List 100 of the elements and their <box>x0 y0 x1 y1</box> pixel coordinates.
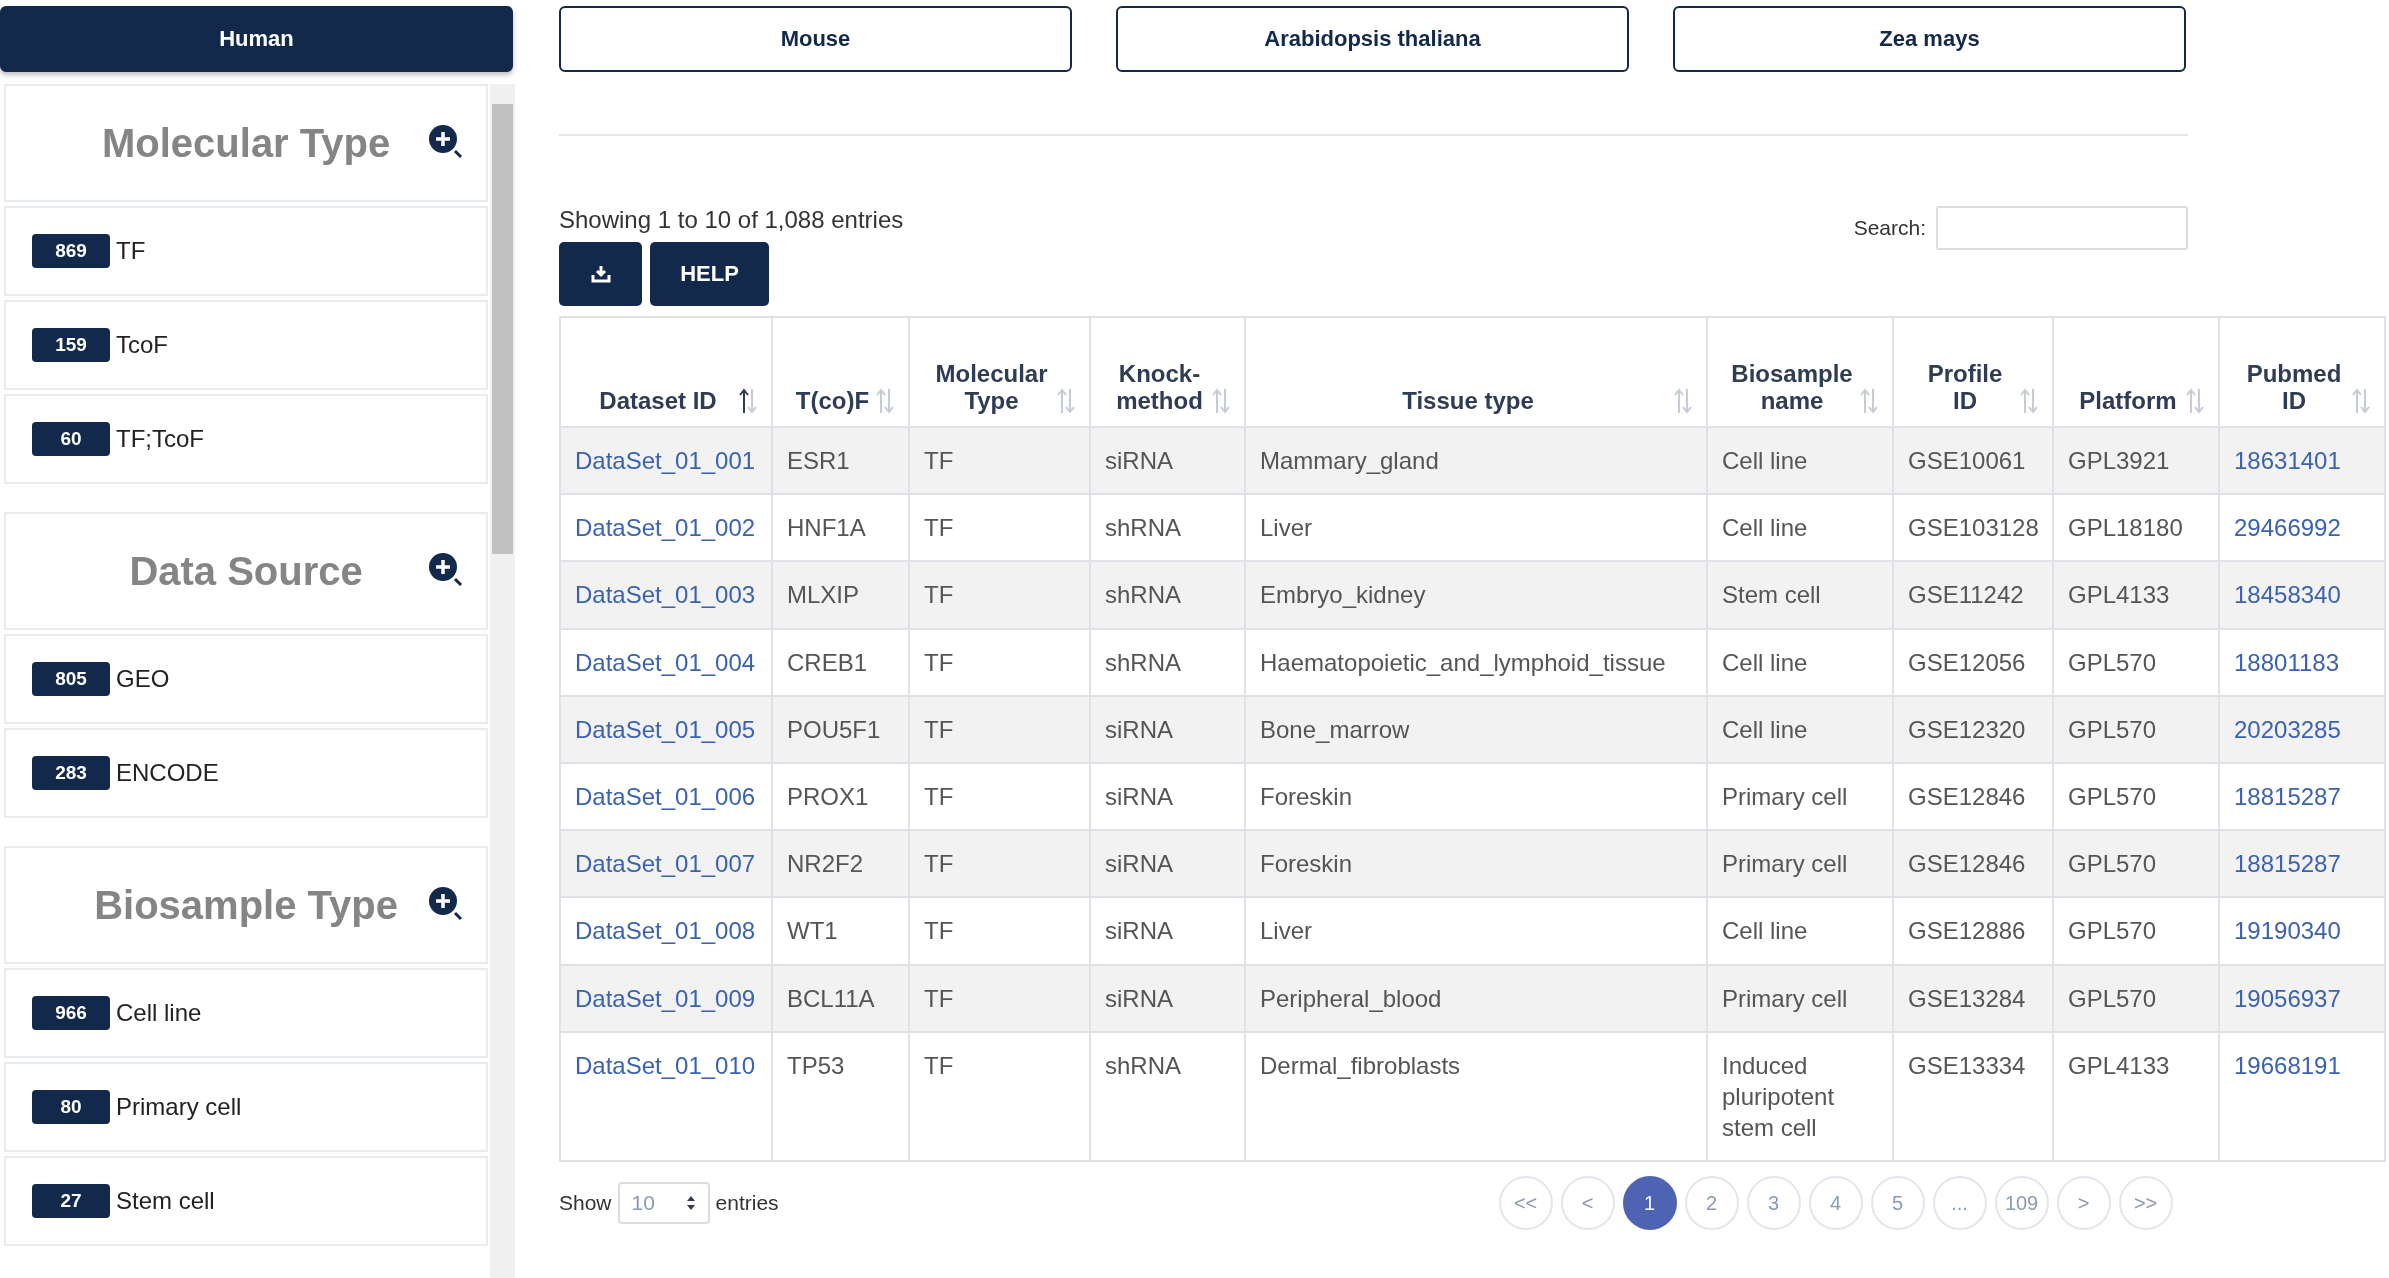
count-badge: 60 <box>32 422 110 456</box>
filter-label: Primary cell <box>116 1093 242 1121</box>
count-badge: 869 <box>32 234 110 268</box>
table-cell: GSE12320 <box>1893 695 2053 763</box>
zoom-in-icon[interactable] <box>428 552 465 588</box>
sort-icon[interactable] <box>739 388 757 414</box>
table-cell: siRNA <box>1090 427 1245 495</box>
table-cell: ESR1 <box>772 427 909 495</box>
table-cell: Peripheral_blood <box>1245 964 1707 1032</box>
table-cell: TF <box>909 897 1090 965</box>
table-cell: CREB1 <box>772 628 909 696</box>
table-cell: BCL11A <box>772 964 909 1032</box>
table-cell: Haematopoietic_and_lymphoid_tissue <box>1245 628 1707 696</box>
table-cell: TF <box>909 695 1090 763</box>
table-cell: GSE12886 <box>1893 897 2053 965</box>
filter-label: TF <box>116 237 146 265</box>
column-header[interactable]: Tissue type <box>1245 317 1707 427</box>
table-link[interactable]: DataSet_01_003 <box>575 581 756 609</box>
scrollbar-thumb[interactable] <box>492 104 513 554</box>
table-link[interactable]: DataSet_01_002 <box>575 514 756 542</box>
filter-label: GEO <box>116 665 170 693</box>
table-cell: Induced pluripotent stem cell <box>1707 1031 1893 1162</box>
table-cell: Dermal_fibroblasts <box>1245 1031 1707 1162</box>
table-link[interactable]: DataSet_01_007 <box>575 850 756 878</box>
count-badge: 27 <box>32 1184 110 1218</box>
table-cell: TF <box>909 561 1090 629</box>
filter-item[interactable]: 805 GEO <box>4 634 489 724</box>
page-button[interactable]: 1 <box>1622 1176 1677 1231</box>
species-tab[interactable]: Zea mays <box>1673 6 2186 72</box>
table-cell: shRNA <box>1090 628 1245 696</box>
table-link[interactable]: DataSet_01_008 <box>575 917 756 945</box>
table-cell: GPL4133 <box>2053 1031 2219 1162</box>
table-link[interactable]: 18458340 <box>2234 581 2341 609</box>
filter-item[interactable]: 80 Primary cell <box>4 1062 489 1152</box>
table-cell: siRNA <box>1090 897 1245 965</box>
table-cell: Foreskin <box>1245 830 1707 898</box>
table-link[interactable]: DataSet_01_001 <box>575 447 756 474</box>
table-cell: siRNA <box>1090 830 1245 898</box>
species-tab[interactable]: Human <box>0 6 513 72</box>
download-icon <box>590 265 611 283</box>
table-cell: Cell line <box>1707 628 1893 696</box>
scrollbar[interactable] <box>490 84 515 1278</box>
help-button[interactable]: HELP <box>650 242 769 306</box>
table-link[interactable]: 19668191 <box>2234 1051 2341 1079</box>
column-header[interactable]: Dataset ID <box>560 317 772 427</box>
download-button[interactable] <box>559 242 642 306</box>
table-link[interactable]: DataSet_01_004 <box>575 648 756 676</box>
count-badge: 805 <box>32 662 110 696</box>
table-cell: GPL570 <box>2053 628 2219 696</box>
table-cell: Mammary_gland <box>1245 427 1707 495</box>
filter-label: TF;TcoF <box>116 425 204 453</box>
table-link[interactable]: 19056937 <box>2234 984 2341 1012</box>
table-link[interactable]: 18631401 <box>2234 447 2341 474</box>
table-link[interactable]: 29466992 <box>2234 514 2341 542</box>
table-link[interactable]: DataSet_01_010 <box>575 1051 756 1079</box>
table-cell: siRNA <box>1090 964 1245 1032</box>
search-label: Search: <box>1853 216 1926 240</box>
species-tab[interactable]: Arabidopsis thaliana <box>1116 6 1629 72</box>
table-cell: GSE13284 <box>1893 964 2053 1032</box>
table-cell: GPL570 <box>2053 897 2219 965</box>
table-link[interactable]: 18801183 <box>2234 648 2339 676</box>
table-link[interactable]: DataSet_01_006 <box>575 782 756 810</box>
filter-label: TcoF <box>116 331 168 359</box>
table-cell: shRNA <box>1090 561 1245 629</box>
table-cell: TP53 <box>772 1031 909 1162</box>
table-link[interactable]: 18815287 <box>2234 850 2341 878</box>
table-link[interactable]: 19190340 <box>2234 917 2341 945</box>
filter-title: Data Source <box>129 548 363 594</box>
filter-item[interactable]: 27 Stem cell <box>4 1156 489 1246</box>
table-link[interactable]: DataSet_01_009 <box>575 984 756 1012</box>
table-cell: Cell line <box>1707 427 1893 495</box>
table-cell: GPL570 <box>2053 830 2219 898</box>
table-link[interactable]: DataSet_01_005 <box>575 715 756 743</box>
table-link[interactable]: 20203285 <box>2234 715 2341 743</box>
species-tab[interactable]: Mouse <box>559 6 1072 72</box>
filter-item[interactable]: 966 Cell line <box>4 968 489 1058</box>
zoom-in-icon[interactable] <box>428 886 465 922</box>
table-link[interactable]: 18815287 <box>2234 782 2341 810</box>
filter-item[interactable]: 869 TF <box>4 206 489 296</box>
search-field[interactable] <box>1936 206 2188 250</box>
show-label: Show <box>559 1191 612 1216</box>
filter-item[interactable]: 60 TF;TcoF <box>4 394 489 484</box>
table-cell: GSE10061 <box>1893 427 2053 495</box>
count-badge: 159 <box>32 328 110 362</box>
table-cell: GSE12056 <box>1893 628 2053 696</box>
table-cell: MLXIP <box>772 561 909 629</box>
table-cell: GPL3921 <box>2053 427 2219 495</box>
table-cell: TF <box>909 1031 1090 1162</box>
table-cell: NR2F2 <box>772 830 909 898</box>
count-badge: 966 <box>32 996 110 1030</box>
table-cell: GPL570 <box>2053 695 2219 763</box>
table-cell: TF <box>909 427 1090 495</box>
filter-item[interactable]: 283 ENCODE <box>4 728 489 818</box>
table-cell: Liver <box>1245 897 1707 965</box>
table-cell: Bone_marrow <box>1245 695 1707 763</box>
filter-item[interactable]: 159 TcoF <box>4 300 489 390</box>
filter-label: Stem cell <box>116 1187 215 1215</box>
zoom-in-icon[interactable] <box>428 124 465 160</box>
table-cell: Cell line <box>1707 897 1893 965</box>
table-cell: GPL4133 <box>2053 561 2219 629</box>
